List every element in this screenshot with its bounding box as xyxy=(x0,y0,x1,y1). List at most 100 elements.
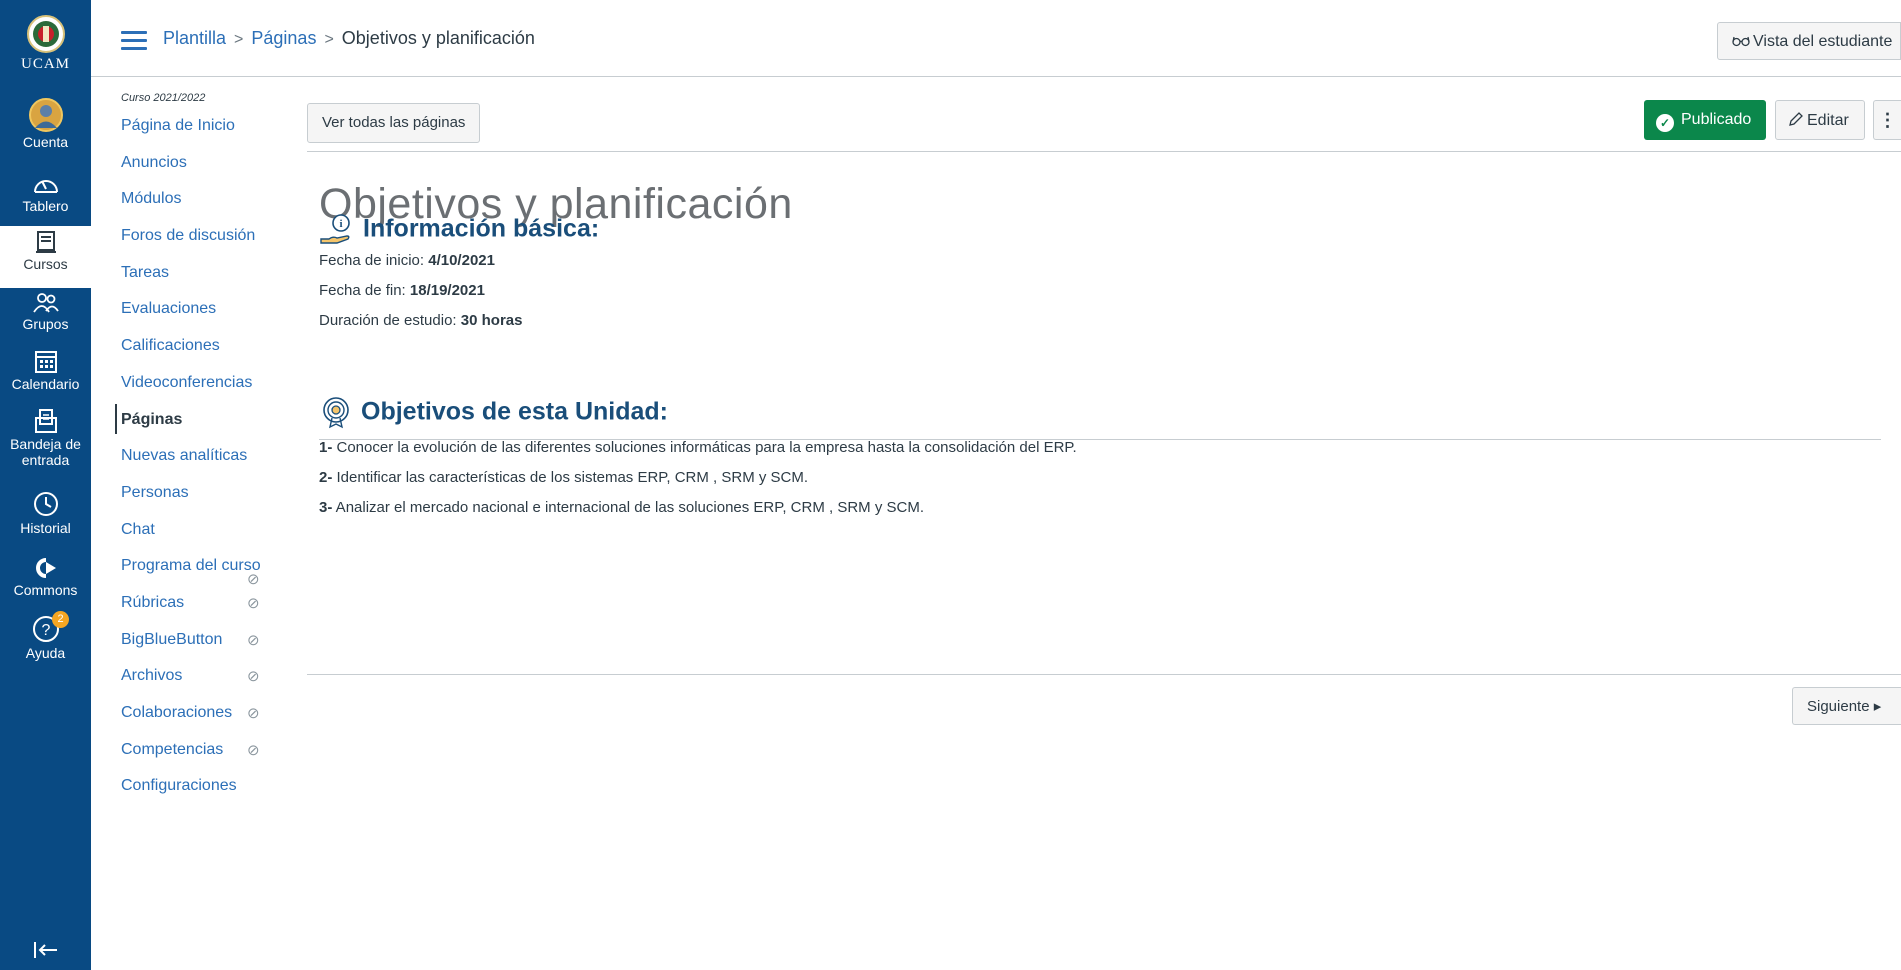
hamburger-line xyxy=(121,47,147,50)
duration-value: 30 horas xyxy=(460,312,523,329)
global-nav-courses[interactable]: Cursos xyxy=(0,226,91,288)
course-nav-label: BigBlueButton xyxy=(121,630,223,648)
global-nav-label: Tablero xyxy=(22,198,69,214)
course-nav-label: Configuraciones xyxy=(121,777,237,795)
course-nav-label: Tareas xyxy=(121,263,170,281)
more-options-button[interactable]: ⋮ xyxy=(1873,100,1901,140)
course-nav-label: Página de Inicio xyxy=(121,117,235,134)
course-nav-chat[interactable]: Chat xyxy=(121,519,301,556)
objective-number: 1- xyxy=(319,439,333,456)
course-nav-pages[interactable]: Páginas xyxy=(115,403,301,446)
course-nav-label: Competencias xyxy=(121,740,224,758)
objective-text: Analizar el mercado nacional e internaci… xyxy=(332,499,925,516)
course-nav-label: Rúbricas xyxy=(121,593,185,611)
global-nav-label: Ayuda xyxy=(25,645,66,661)
end-date-value: 18/19/2021 xyxy=(409,282,485,299)
student-view-label: Vista del estudiante xyxy=(1753,33,1893,50)
course-nav-quizzes[interactable]: Evaluaciones xyxy=(121,298,301,335)
global-nav-groups[interactable]: Grupos xyxy=(0,292,91,332)
course-nav-label: Personas xyxy=(121,483,189,501)
toolbar-divider xyxy=(307,151,1901,152)
start-date-value: 4/10/2021 xyxy=(428,252,495,269)
history-icon xyxy=(33,492,58,516)
course-term: Curso 2021/2022 xyxy=(121,92,206,104)
course-nav-conferences[interactable]: Videoconferencias xyxy=(121,372,301,409)
course-nav-grades[interactable]: Calificaciones xyxy=(121,335,301,372)
course-nav-rubrics[interactable]: Rúbricas ⊘ xyxy=(121,592,301,629)
account-avatar xyxy=(28,98,63,132)
course-nav-label: Calificaciones xyxy=(121,337,220,355)
global-nav-inbox[interactable]: Bandeja de entrada xyxy=(0,408,91,468)
course-nav-bigbluebutton[interactable]: BigBlueButton ⊘ xyxy=(121,629,301,666)
dashboard-icon xyxy=(33,180,58,193)
global-nav-help[interactable]: ? 2 Ayuda xyxy=(0,611,91,661)
footer-divider xyxy=(307,674,1901,675)
course-nav-home[interactable]: Página de Inicio xyxy=(121,115,301,152)
course-nav-outcomes[interactable]: Competencias ⊘ xyxy=(121,739,301,776)
glasses-icon xyxy=(1732,36,1750,47)
top-header: Plantilla > Páginas > Objetivos y planificac… xyxy=(91,0,1901,77)
next-button[interactable]: Siguiente ▸ xyxy=(1792,687,1901,725)
course-nav-settings[interactable]: Configuraciones xyxy=(121,775,301,812)
course-nav-collaborations[interactable]: Colaboraciones ⊘ xyxy=(121,702,301,739)
objective-text: Identificar las características de los s… xyxy=(332,469,809,486)
course-nav-label: Programa del curso xyxy=(121,557,261,575)
global-nav-dashboard[interactable]: Tablero xyxy=(0,172,91,214)
course-nav-modules[interactable]: Módulos xyxy=(121,188,301,225)
help-badge: 2 xyxy=(52,611,69,628)
check-circle-icon: ✓ xyxy=(1656,114,1674,132)
global-nav-calendar[interactable]: Calendario xyxy=(0,348,91,392)
collapse-nav-icon xyxy=(33,942,57,958)
start-date-label: Fecha de inicio: xyxy=(319,252,429,269)
student-view-button[interactable]: Vista del estudiante xyxy=(1717,22,1901,60)
published-button[interactable]: ✓ Publicado xyxy=(1644,100,1766,140)
course-nav-label: Módulos xyxy=(121,190,182,208)
global-nav-account[interactable]: Cuenta xyxy=(0,98,91,150)
courses-icon xyxy=(35,231,56,253)
svg-text:?: ? xyxy=(41,622,50,639)
course-nav-files[interactable]: Archivos ⊘ xyxy=(121,665,301,702)
calendar-icon xyxy=(34,351,57,373)
svg-text:i: i xyxy=(339,218,342,230)
published-label: Publicado xyxy=(1681,111,1752,128)
global-nav-label-line1: Bandeja de xyxy=(10,436,81,452)
groups-icon xyxy=(32,293,59,313)
ucam-logo[interactable]: UCAM xyxy=(0,14,91,72)
eye-slash-icon: ⊘ xyxy=(247,741,260,759)
ucam-seal-icon xyxy=(26,15,65,53)
course-nav-syllabus[interactable]: Programa del curso ⊘ xyxy=(121,555,301,592)
course-nav-label: Chat xyxy=(121,520,155,538)
breadcrumb-pages[interactable]: Páginas xyxy=(251,28,316,48)
global-nav-history[interactable]: Historial xyxy=(0,490,91,536)
objective-item: 1- Conocer la evolución de las diferente… xyxy=(319,439,1077,456)
eye-slash-icon: ⊘ xyxy=(247,705,260,722)
edit-button[interactable]: Editar xyxy=(1775,100,1865,140)
course-nav-label: Archivos xyxy=(121,667,183,685)
course-nav-label: Foros de discusión xyxy=(121,227,256,245)
logo-text: UCAM xyxy=(20,56,70,72)
breadcrumb-current: Objetivos y planificación xyxy=(341,28,535,48)
course-nav-discussions[interactable]: Foros de discusión xyxy=(121,225,301,262)
course-nav-label: Anuncios xyxy=(121,153,187,171)
course-nav-analytics[interactable]: Nuevas analíticas xyxy=(121,445,301,482)
end-date-line: Fecha de fin: 18/19/2021 xyxy=(319,282,485,299)
hamburger-menu-button[interactable] xyxy=(121,31,147,51)
course-nav-assignments[interactable]: Tareas xyxy=(121,262,301,299)
eye-slash-icon: ⊘ xyxy=(247,594,260,612)
hamburger-line xyxy=(121,39,147,42)
info-hand-icon: i xyxy=(320,214,350,244)
collapse-nav-button[interactable] xyxy=(0,940,91,962)
view-all-pages-button[interactable]: Ver todas las páginas xyxy=(307,103,481,143)
breadcrumb-course[interactable]: Plantilla xyxy=(163,28,226,48)
duration-label: Duración de estudio: xyxy=(319,312,461,329)
course-nav-announcements[interactable]: Anuncios xyxy=(121,152,301,189)
global-nav-label: Grupos xyxy=(22,316,69,332)
course-nav: Curso 2021/2022 Página de Inicio Anuncio… xyxy=(115,92,301,812)
global-nav-label: Cuenta xyxy=(22,134,69,150)
global-nav-commons[interactable]: Commons xyxy=(0,556,91,598)
course-nav-people[interactable]: Personas xyxy=(121,482,301,519)
target-lightbulb-icon xyxy=(323,397,349,429)
global-nav-label: Commons xyxy=(13,582,78,598)
global-nav: UCAM Cuenta Tablero Cursos Grupos Calend… xyxy=(0,0,91,970)
edit-label: Editar xyxy=(1807,112,1849,129)
